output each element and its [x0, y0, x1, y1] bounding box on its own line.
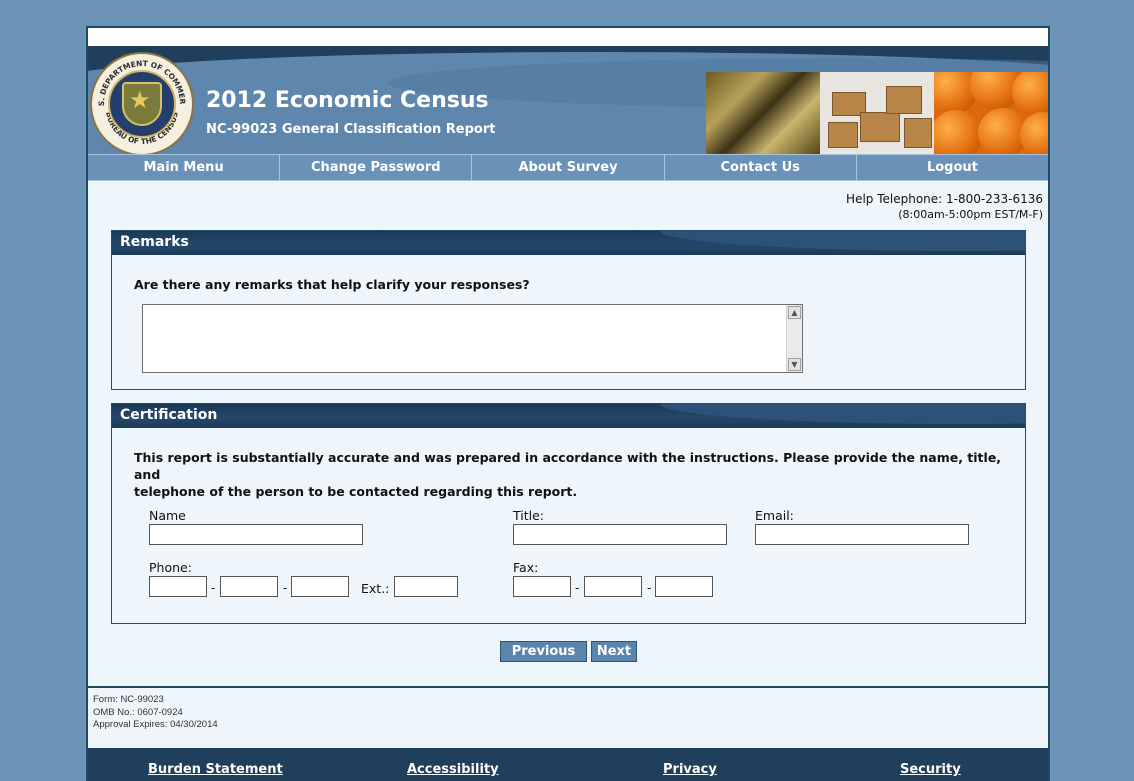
fax-dash-1: - [575, 581, 580, 595]
certification-title: Certification [120, 407, 218, 423]
header-photos [706, 72, 1048, 154]
help-hours-text: (8:00am-5:00pm EST/M-F) [898, 208, 1043, 221]
form-number: Form: NC-99023 [93, 694, 164, 705]
phone-area-code-input[interactable] [149, 576, 207, 597]
ext-label: Ext.: [361, 581, 390, 596]
certification-panel: Certification This report is substantial… [111, 403, 1026, 624]
remarks-title: Remarks [120, 234, 189, 250]
fax-line-input[interactable] [655, 576, 713, 597]
certification-statement: This report is substantially accurate an… [134, 450, 1002, 499]
phone-line-input[interactable] [291, 576, 349, 597]
fax-prefix-input[interactable] [584, 576, 642, 597]
title-label: Title: [513, 508, 544, 523]
footer-divider [88, 686, 1048, 688]
nav-change-password[interactable]: Change Password [280, 155, 473, 180]
accessibility-link[interactable]: Accessibility [407, 762, 499, 777]
remarks-scrollbar[interactable]: ▲ ▼ [786, 305, 802, 372]
census-seal-logo: U.S. DEPARTMENT OF COMMERCE BUREAU OF TH… [90, 52, 194, 154]
burden-statement-link[interactable]: Burden Statement [148, 762, 283, 777]
omb-number: OMB No.: 0607-0924 [93, 706, 183, 718]
title-input[interactable] [513, 524, 727, 545]
seal-center: ★ [108, 70, 176, 138]
help-phone-text: Help Telephone: 1-800-233-6136 [846, 192, 1043, 206]
main-nav: Main Menu Change Password About Survey C… [88, 154, 1048, 181]
remarks-panel: Remarks Are there any remarks that help … [111, 230, 1026, 390]
certification-header: Certification [112, 404, 1025, 428]
phone-dash-2: - [283, 581, 288, 595]
phone-dash-1: - [211, 581, 216, 595]
privacy-link[interactable]: Privacy [663, 762, 717, 777]
remarks-question: Are there any remarks that help clarify … [134, 277, 530, 292]
next-button[interactable]: Next [591, 641, 637, 662]
name-input[interactable] [149, 524, 363, 545]
scroll-up-icon[interactable]: ▲ [788, 306, 801, 319]
approval-expires: Approval Expires: 04/30/2014 [93, 719, 218, 730]
security-link[interactable]: Security [900, 762, 961, 777]
nav-contact-us[interactable]: Contact Us [665, 155, 857, 180]
top-strip [88, 28, 1048, 46]
nav-main-menu[interactable]: Main Menu [88, 155, 281, 180]
page-subtitle: NC-99023 General Classification Report [206, 122, 496, 137]
header-banner: U.S. DEPARTMENT OF COMMERCE BUREAU OF TH… [88, 46, 1048, 154]
previous-button[interactable]: Previous [500, 641, 587, 662]
phone-prefix-input[interactable] [220, 576, 278, 597]
star-icon: ★ [129, 86, 151, 114]
fax-dash-2: - [647, 581, 652, 595]
oranges-image [934, 72, 1048, 154]
name-label: Name [149, 508, 186, 523]
page-frame: U.S. DEPARTMENT OF COMMERCE BUREAU OF TH… [86, 26, 1050, 781]
remarks-header: Remarks [112, 231, 1025, 255]
boxes-image [820, 72, 934, 154]
page-title: 2012 Economic Census [206, 88, 489, 113]
help-telephone: Help Telephone: 1-800-233-6136 (8:00am-5… [846, 191, 1043, 223]
phone-label: Phone: [149, 560, 192, 575]
nav-logout[interactable]: Logout [857, 155, 1048, 180]
scroll-down-icon[interactable]: ▼ [788, 358, 801, 371]
fax-area-code-input[interactable] [513, 576, 571, 597]
phone-ext-input[interactable] [394, 576, 458, 597]
remarks-textarea[interactable]: ▲ ▼ [142, 304, 803, 373]
form-meta: Form: NC-99023 OMB No.: 0607-0924 Approv… [93, 694, 218, 732]
email-label: Email: [755, 508, 794, 523]
fax-label: Fax: [513, 560, 539, 575]
bolts-image [706, 72, 820, 154]
footer-bar: Burden Statement Accessibility Privacy S… [88, 748, 1048, 781]
email-input[interactable] [755, 524, 969, 545]
nav-about-survey[interactable]: About Survey [472, 155, 665, 180]
